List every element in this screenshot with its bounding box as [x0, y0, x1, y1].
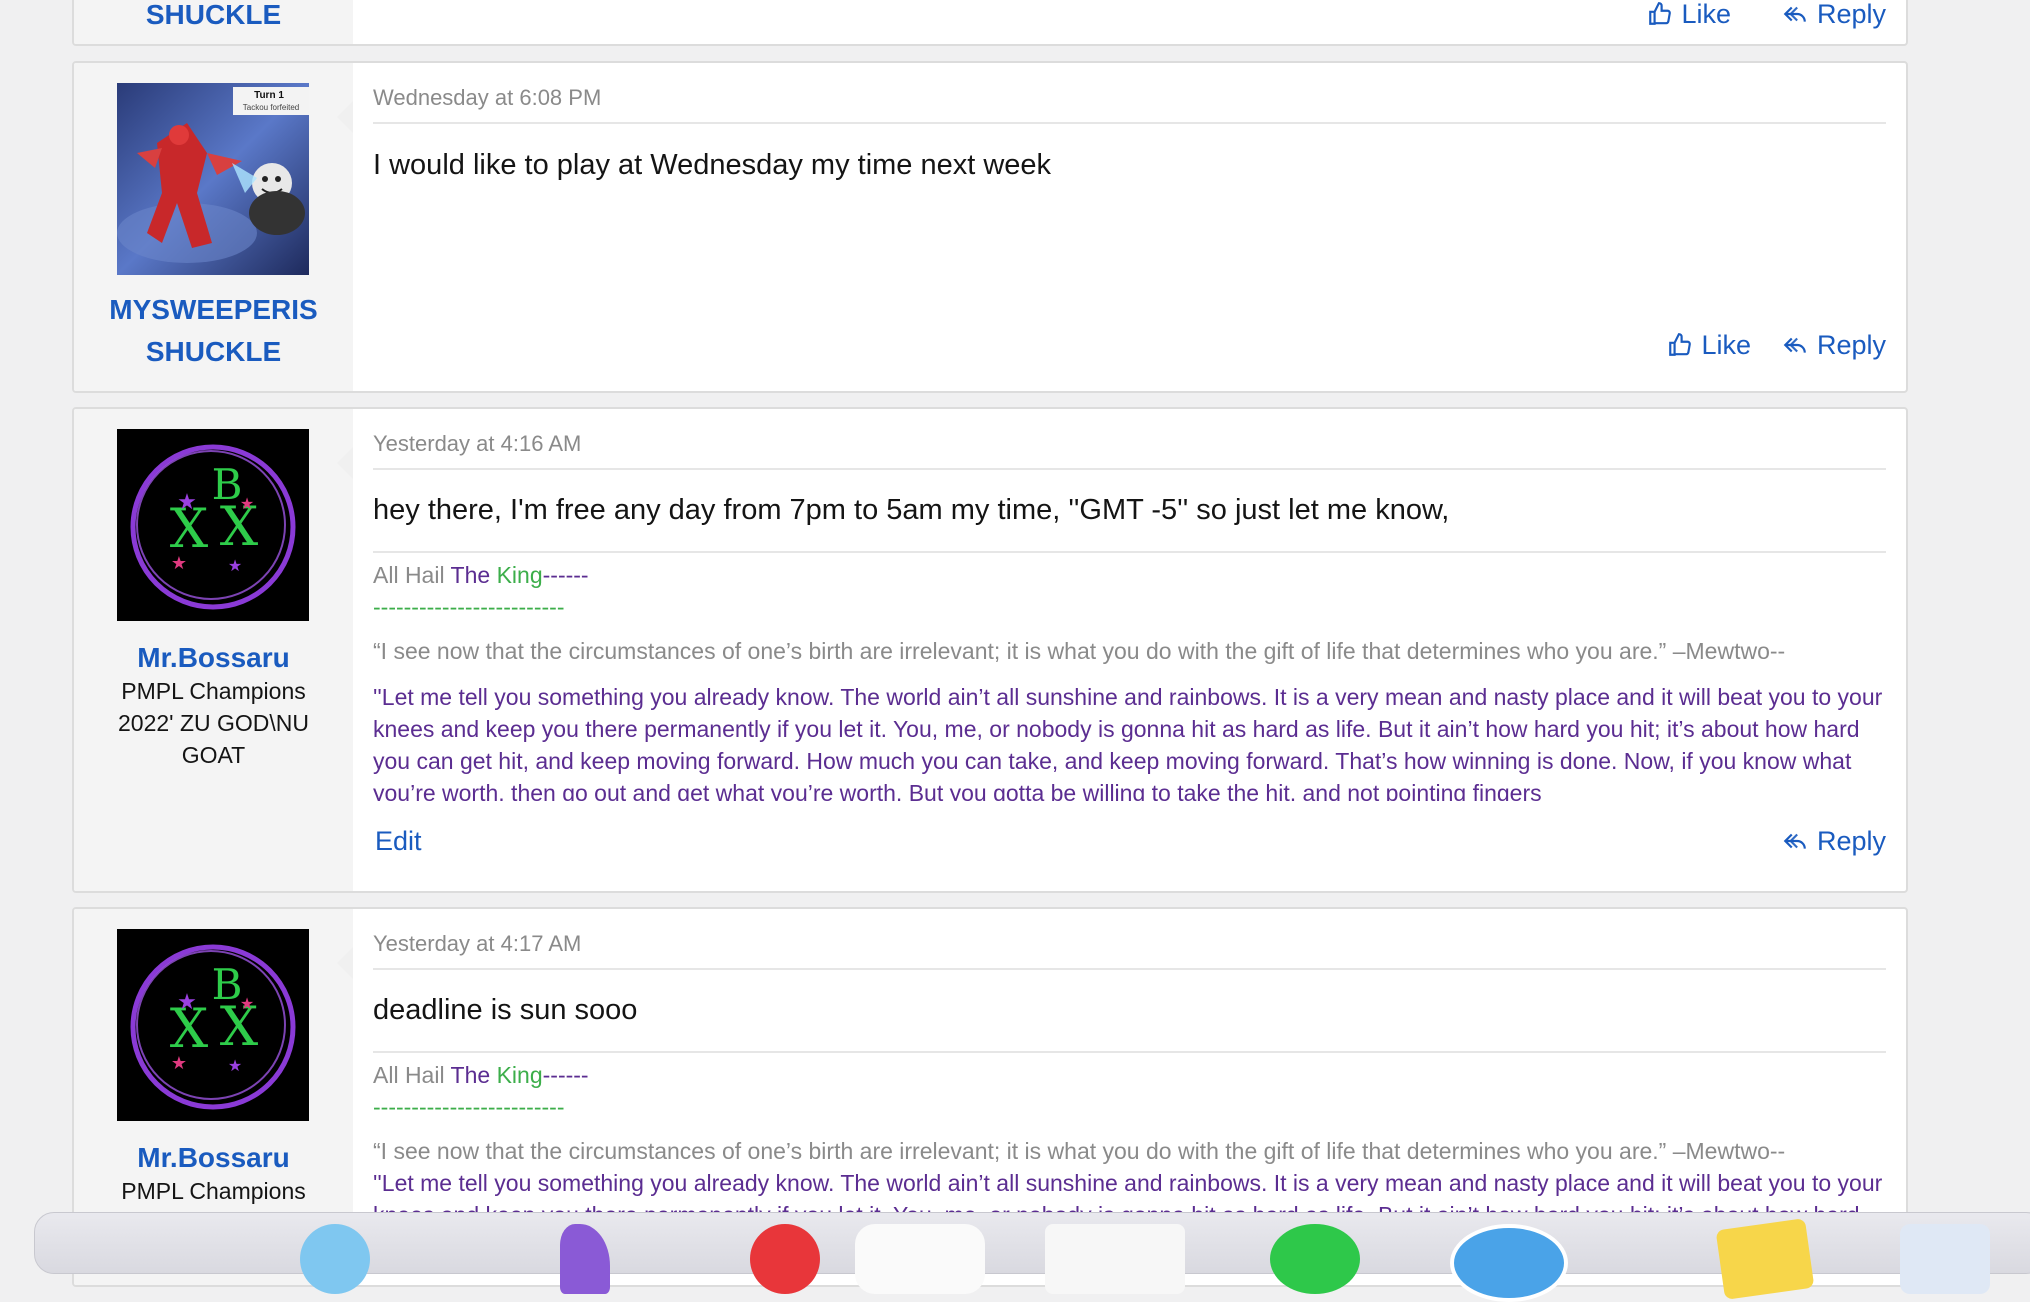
avatar-caption-2: Tackou forfeited — [243, 103, 299, 112]
svg-text:★: ★ — [228, 558, 242, 575]
signature-heading: All Hail The King------ — [373, 559, 1886, 591]
avatar-image: B X X ★ ★ ★ ★ — [130, 444, 296, 610]
thumbs-up-icon — [1669, 333, 1692, 356]
avatar[interactable]: B X X ★ ★ ★ ★ — [117, 429, 309, 621]
user-column: Turn 1 Tackou forfeited MYSWEEPERIS SHUC… — [74, 63, 353, 391]
sig-hail: All Hail — [373, 1062, 451, 1088]
post-date[interactable]: Yesterday at 4:17 AM — [373, 930, 1886, 970]
post-2: B X X ★ ★ ★ ★ Mr.Bossaru PMPL Champions … — [72, 407, 1908, 893]
avatar-caption-1: Turn 1 — [254, 90, 284, 101]
sig-quote-mewtwo: “I see now that the circumstances of one… — [373, 638, 1786, 664]
sig-dashes: ------ — [542, 1062, 589, 1088]
dock-app-icon[interactable] — [1715, 1218, 1815, 1300]
edit-button[interactable]: Edit — [375, 821, 422, 861]
bubble-arrow — [337, 101, 353, 133]
sig-the: The — [450, 1062, 497, 1088]
svg-text:★: ★ — [228, 1058, 242, 1075]
thumbs-up-icon — [1649, 2, 1672, 25]
sig-dashes: ------ — [542, 562, 589, 588]
user-column: B X X ★ ★ ★ ★ Mr.Bossaru PMPL Champions … — [74, 409, 353, 891]
sig-green-line: ------------------------- — [373, 594, 565, 620]
post-message: hey there, I'm free any day from 7pm to … — [373, 494, 1450, 526]
sig-quote-life: ''Let me tell you something you already … — [373, 684, 1883, 801]
svg-text:★: ★ — [177, 989, 197, 1014]
post-message: deadline is sun sooo — [373, 994, 638, 1026]
sig-green-line: ------------------------- — [373, 1094, 565, 1120]
reply-button[interactable]: Reply — [1781, 821, 1886, 861]
reply-button[interactable]: Reply — [1781, 325, 1886, 365]
post-date[interactable]: Wednesday at 6:08 PM — [373, 84, 1886, 124]
bubble-arrow — [337, 947, 353, 979]
post-date[interactable]: Yesterday at 4:16 AM — [373, 430, 1886, 470]
svg-text:★: ★ — [240, 996, 254, 1013]
like-label: Like — [1701, 330, 1751, 360]
avatar-image: Turn 1 Tackou forfeited — [117, 83, 309, 275]
dock-app-icon[interactable] — [750, 1224, 820, 1294]
username-line-1: MYSWEEPERIS — [109, 294, 318, 325]
username-link[interactable]: SHUCKLE — [74, 0, 353, 36]
reply-icon — [1783, 6, 1806, 22]
bubble-arrow — [337, 447, 353, 479]
svg-text:★: ★ — [240, 496, 254, 513]
username-link[interactable]: Mr.Bossaru — [74, 637, 353, 679]
reply-button[interactable]: Reply — [1781, 0, 1886, 34]
sig-king: King — [496, 562, 543, 588]
signature: All Hail The King------ ----------------… — [373, 551, 1886, 801]
username-link[interactable]: MYSWEEPERIS SHUCKLE — [74, 289, 353, 373]
sig-the: The — [450, 562, 497, 588]
post-1: Turn 1 Tackou forfeited MYSWEEPERIS SHUC… — [72, 61, 1908, 393]
svg-text:★: ★ — [177, 489, 197, 514]
avatar-image: B X X ★ ★ ★ ★ — [130, 944, 296, 1110]
dock-app-icon[interactable] — [1450, 1224, 1568, 1302]
user-column: SHUCKLE — [74, 0, 353, 44]
svg-text:★: ★ — [171, 1053, 187, 1073]
avatar[interactable]: Turn 1 Tackou forfeited — [117, 83, 309, 275]
reply-label: Reply — [1816, 826, 1886, 856]
sig-hail: All Hail — [373, 562, 451, 588]
edit-label: Edit — [375, 826, 422, 856]
reply-label: Reply — [1816, 0, 1886, 29]
user-title: PMPL Champions 2022' ZU GOD\NU GOAT — [118, 678, 309, 768]
avatar[interactable]: B X X ★ ★ ★ ★ — [117, 929, 309, 1121]
svg-text:★: ★ — [171, 553, 187, 573]
dock-app-icon[interactable] — [1900, 1224, 1990, 1294]
post-partial-top: SHUCKLE Like Reply — [72, 0, 1908, 46]
dock-app-icon[interactable] — [1270, 1224, 1360, 1294]
dock-app-icon[interactable] — [1045, 1224, 1185, 1294]
post-message: I would like to play at Wednesday my tim… — [373, 149, 1052, 181]
sig-king: King — [496, 1062, 543, 1088]
username-link[interactable]: Mr.Bossaru — [74, 1137, 353, 1179]
sig-quote-mewtwo: “I see now that the circumstances of one… — [373, 1138, 1786, 1164]
reply-label: Reply — [1816, 330, 1886, 360]
signature-heading: All Hail The King------ — [373, 1059, 1886, 1091]
like-label: Like — [1681, 0, 1731, 29]
dock-app-icon[interactable] — [855, 1224, 985, 1294]
username-line-2: SHUCKLE — [145, 336, 282, 367]
reply-icon — [1783, 833, 1806, 849]
dock-app-icon[interactable] — [300, 1224, 370, 1294]
like-button[interactable]: Like — [1647, 0, 1731, 34]
like-button[interactable]: Like — [1667, 325, 1751, 365]
reply-icon — [1783, 337, 1806, 353]
user-title: PMPL Champions — [121, 1178, 306, 1204]
